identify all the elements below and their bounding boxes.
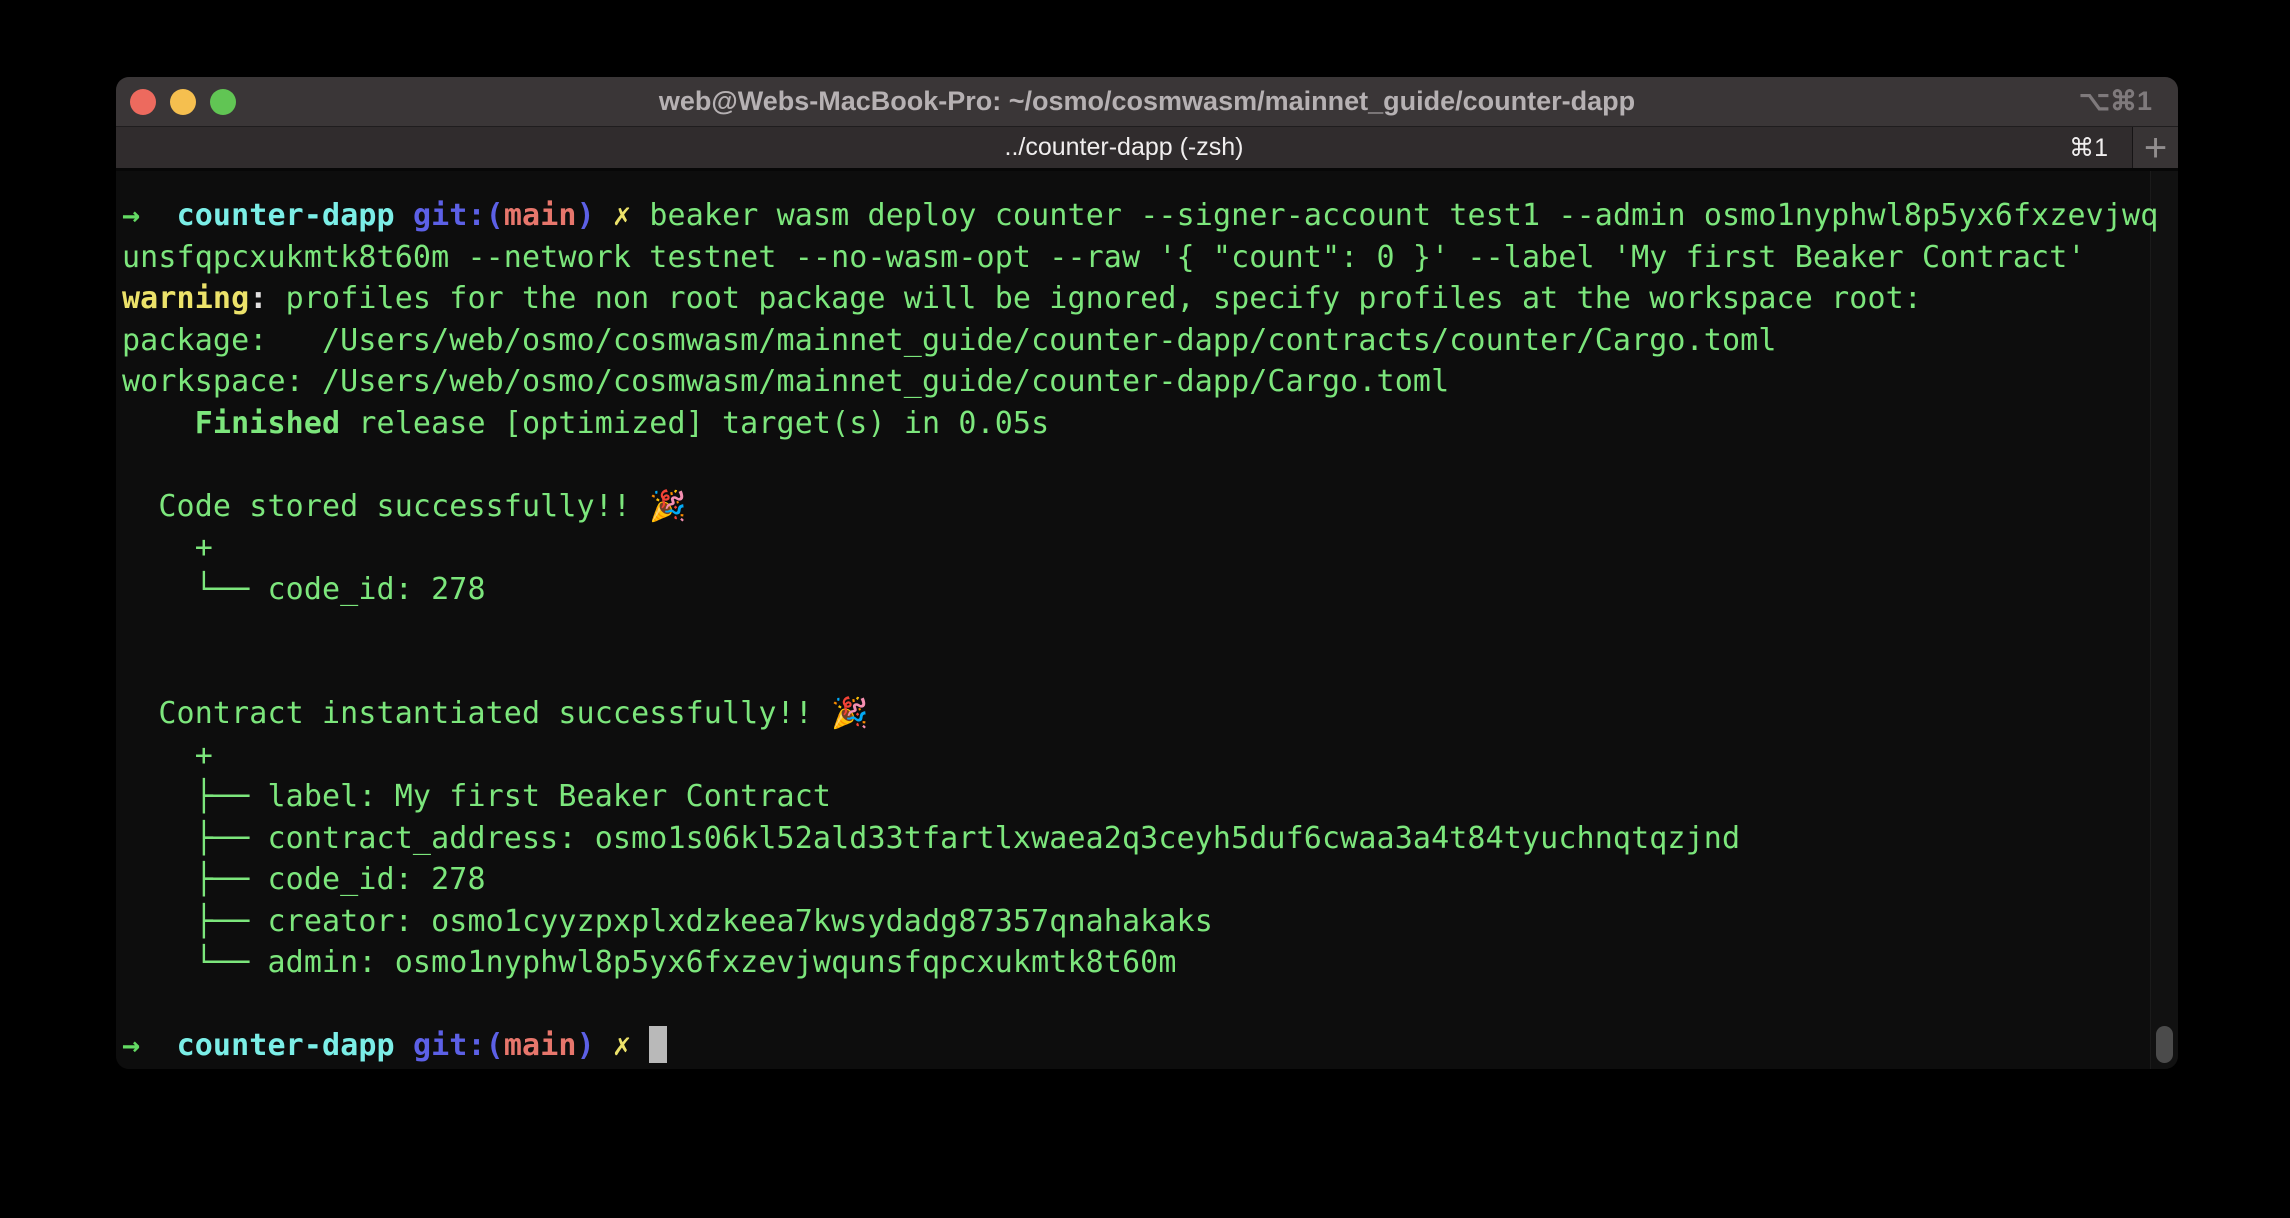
terminal-line: ├── creator: osmo1cyyzpxplxdzkeea7kwsyda…	[122, 901, 2178, 943]
close-window-button[interactable]	[130, 89, 156, 115]
terminal-line: → counter-dapp git:(main) ✗	[122, 1025, 2178, 1067]
terminal-line: workspace: /Users/web/osmo/cosmwasm/main…	[122, 361, 2178, 403]
terminal-text-segment: unsfqpcxukmtk8t60m --network testnet --n…	[122, 240, 2086, 275]
minimize-window-button[interactable]	[170, 89, 196, 115]
terminal-text-segment: warning	[122, 281, 249, 316]
terminal-text-segment: git:(	[413, 1028, 504, 1063]
terminal-text-segment	[595, 198, 613, 233]
terminal-line: Code stored successfully!! 🎉	[122, 486, 2178, 528]
tab-shortcut-hint: ⌘1	[2069, 133, 2108, 163]
terminal-text-segment	[140, 198, 176, 233]
terminal-text-segment: ✗	[613, 1028, 631, 1063]
terminal-line	[122, 444, 2178, 486]
terminal-text-segment	[395, 1028, 413, 1063]
terminal-text-segment: Contract instantiated successfully!! 🎉	[122, 696, 869, 731]
terminal-content-area[interactable]: → counter-dapp git:(main) ✗ beaker wasm …	[116, 171, 2178, 1069]
terminal-text-segment: beaker wasm deploy counter --signer-acco…	[631, 198, 2158, 233]
terminal-text-segment: ├── creator: osmo1cyyzpxplxdzkeea7kwsyda…	[122, 904, 1213, 939]
terminal-text-segment: +	[122, 738, 213, 773]
terminal-text-segment	[140, 1028, 176, 1063]
scrollbar[interactable]	[2150, 171, 2178, 1069]
scrollbar-thumb[interactable]	[2156, 1026, 2173, 1063]
terminal-tab[interactable]: ../counter-dapp (-zsh) ⌘1	[116, 127, 2132, 168]
terminal-line: └── admin: osmo1nyphwl8p5yx6fxzevjwqunsf…	[122, 942, 2178, 984]
terminal-text-segment: )	[577, 1028, 595, 1063]
window-titlebar[interactable]: web@Webs-MacBook-Pro: ~/osmo/cosmwasm/ma…	[116, 77, 2178, 127]
traffic-lights	[130, 77, 236, 126]
terminal-line: unsfqpcxukmtk8t60m --network testnet --n…	[122, 237, 2178, 279]
terminal-cursor	[649, 1026, 667, 1063]
terminal-text-segment: ├── contract_address: osmo1s06kl52ald33t…	[122, 821, 1740, 856]
terminal-text-segment: git:(	[413, 198, 504, 233]
terminal-line: Contract instantiated successfully!! 🎉	[122, 693, 2178, 735]
terminal-text-segment: └── admin: osmo1nyphwl8p5yx6fxzevjwqunsf…	[122, 945, 1177, 980]
terminal-text-segment	[395, 198, 413, 233]
window-title: web@Webs-MacBook-Pro: ~/osmo/cosmwasm/ma…	[659, 86, 1635, 117]
terminal-text-segment	[122, 406, 195, 441]
terminal-window: web@Webs-MacBook-Pro: ~/osmo/cosmwasm/ma…	[116, 77, 2178, 1069]
terminal-text-segment: package: /Users/web/osmo/cosmwasm/mainne…	[122, 323, 1777, 358]
terminal-text-segment: main	[504, 1028, 577, 1063]
terminal-line: Finished release [optimized] target(s) i…	[122, 403, 2178, 445]
terminal-text-segment: →	[122, 1028, 140, 1063]
terminal-text-segment: ✗	[613, 198, 631, 233]
terminal-text-segment: main	[504, 198, 577, 233]
zoom-window-button[interactable]	[210, 89, 236, 115]
window-shortcut-hint: ⌥⌘1	[2079, 77, 2152, 126]
terminal-text-segment: counter-dapp	[177, 1028, 395, 1063]
terminal-text-segment	[631, 1028, 649, 1063]
terminal-line	[122, 652, 2178, 694]
terminal-line: └── code_id: 278	[122, 569, 2178, 611]
terminal-text-segment: profiles for the non root package will b…	[267, 281, 1922, 316]
terminal-line	[122, 984, 2178, 1026]
terminal-output: → counter-dapp git:(main) ✗ beaker wasm …	[116, 171, 2178, 1067]
terminal-line: warning: profiles for the non root packa…	[122, 278, 2178, 320]
terminal-text-segment: release [optimized] target(s) in 0.05s	[340, 406, 1049, 441]
terminal-text-segment: ├── code_id: 278	[122, 862, 486, 897]
terminal-text-segment	[595, 1028, 613, 1063]
tab-title: ../counter-dapp (-zsh)	[1005, 133, 1244, 162]
terminal-line: → counter-dapp git:(main) ✗ beaker wasm …	[122, 195, 2178, 237]
terminal-line: package: /Users/web/osmo/cosmwasm/mainne…	[122, 320, 2178, 362]
terminal-line: +	[122, 527, 2178, 569]
terminal-text-segment: ├── label: My first Beaker Contract	[122, 779, 831, 814]
terminal-text-segment: counter-dapp	[177, 198, 395, 233]
terminal-text-segment: )	[577, 198, 595, 233]
terminal-text-segment: :	[249, 281, 267, 316]
terminal-text-segment: └── code_id: 278	[122, 572, 486, 607]
terminal-text-segment: Code stored successfully!! 🎉	[122, 489, 687, 524]
terminal-line: ├── code_id: 278	[122, 859, 2178, 901]
terminal-line: ├── contract_address: osmo1s06kl52ald33t…	[122, 818, 2178, 860]
terminal-text-segment: →	[122, 198, 140, 233]
terminal-line: ├── label: My first Beaker Contract	[122, 776, 2178, 818]
terminal-line: +	[122, 735, 2178, 777]
tab-bar: ../counter-dapp (-zsh) ⌘1 +	[116, 127, 2178, 171]
terminal-text-segment: workspace: /Users/web/osmo/cosmwasm/main…	[122, 364, 1449, 399]
terminal-text-segment: +	[122, 530, 213, 565]
terminal-line	[122, 610, 2178, 652]
terminal-text-segment: Finished	[195, 406, 340, 441]
new-tab-button[interactable]: +	[2132, 127, 2178, 168]
